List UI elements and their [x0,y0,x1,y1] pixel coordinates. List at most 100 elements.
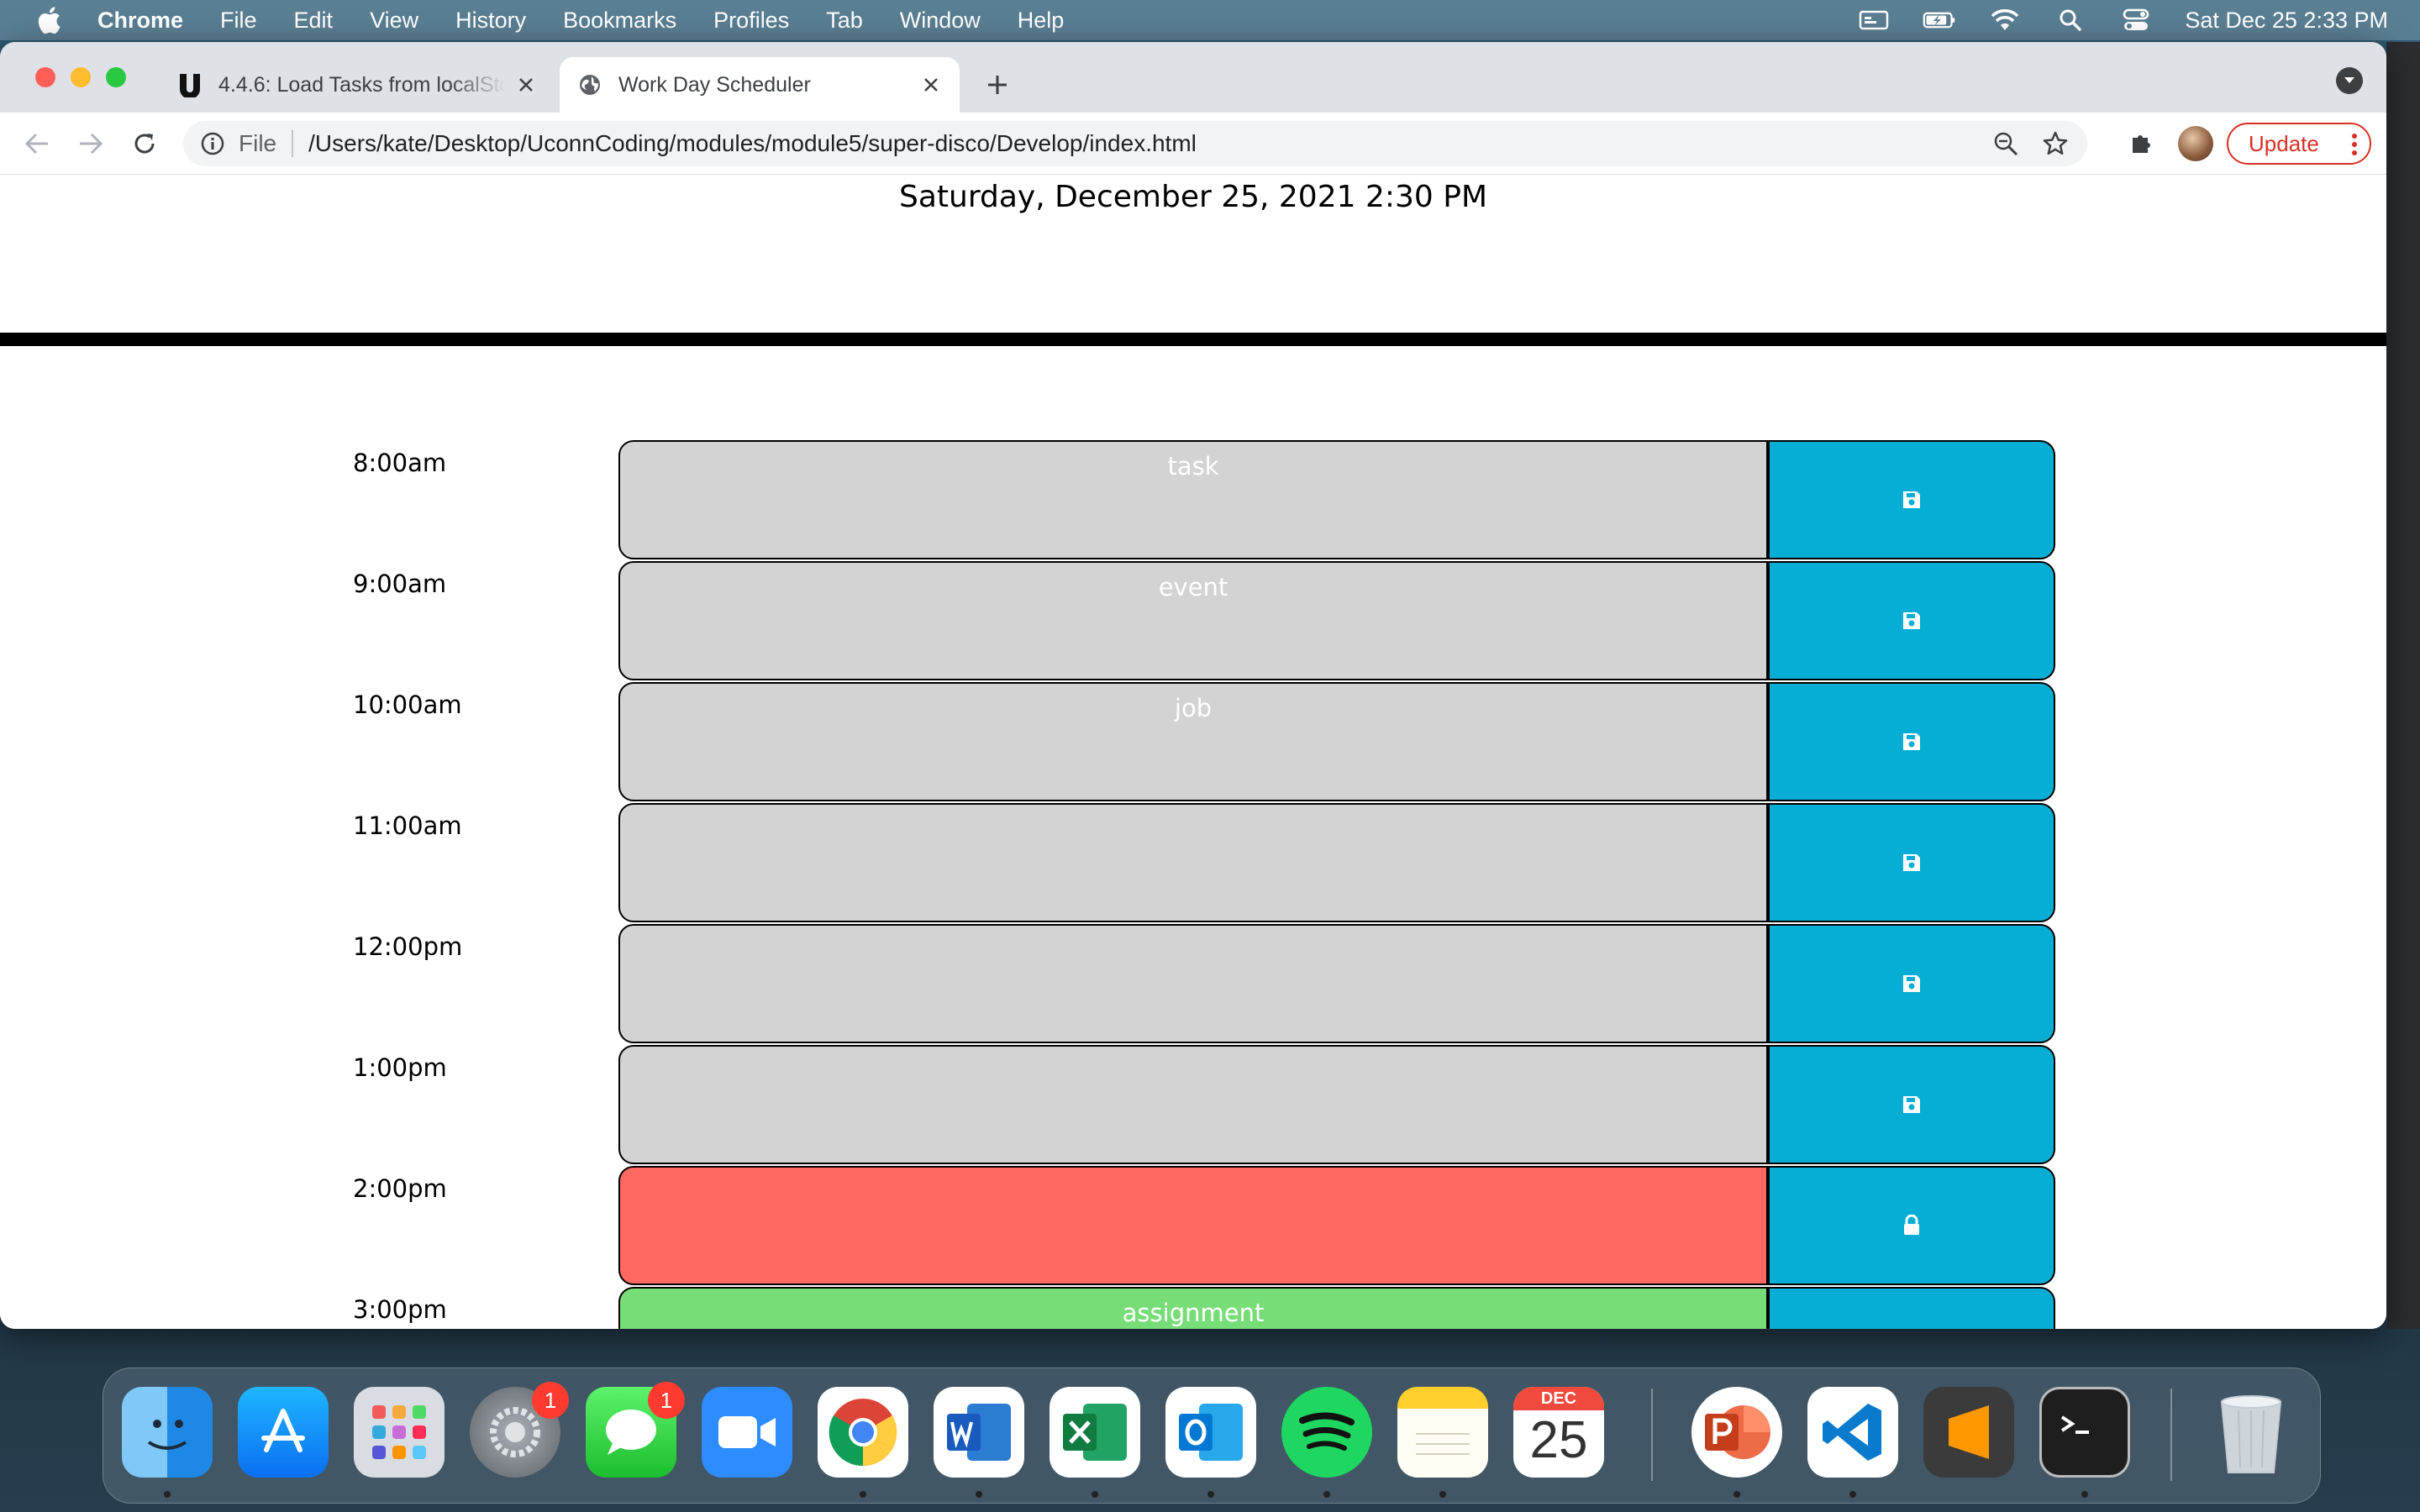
menu-help[interactable]: Help [1018,8,1065,34]
tab-search-icon[interactable] [2336,67,2363,94]
terminal-icon[interactable] [2039,1387,2130,1478]
reload-icon[interactable] [128,127,161,160]
tab-title: 4.4.6: Load Tasks from localStorage [218,72,506,97]
messages-icon[interactable]: 1 [586,1382,685,1478]
window-maximize-button[interactable] [106,67,126,87]
outlook-icon[interactable] [1165,1387,1256,1478]
update-button[interactable]: Update [2227,123,2371,165]
system-preferences-icon[interactable]: 1 [470,1382,569,1478]
menu-view[interactable]: View [370,8,418,34]
tab-close-icon[interactable] [514,73,538,97]
excel-icon[interactable] [1050,1387,1140,1478]
dock-running-dot [860,1491,866,1498]
calendar-icon[interactable]: DEC 25 [1513,1387,1604,1478]
zoom-out-icon[interactable] [1993,131,2018,156]
dock-running-dot [1207,1491,1214,1498]
hour-label: 2:00pm [353,1174,447,1203]
notes-icon[interactable] [1397,1387,1488,1478]
apple-menu-icon[interactable] [34,5,64,35]
save-button[interactable] [1768,440,2055,559]
profile-avatar[interactable] [2178,126,2213,161]
task-textarea[interactable] [618,803,1768,922]
save-button[interactable] [1768,1287,2055,1329]
bookmark-star-icon[interactable] [2042,130,2069,157]
menu-profiles[interactable]: Profiles [713,8,789,34]
dock-running-dot [1849,1491,1856,1498]
hour-label: 11:00am [353,811,462,840]
hour-label: 10:00am [353,690,462,719]
spotify-icon[interactable] [1281,1387,1372,1478]
word-icon[interactable] [934,1387,1024,1478]
tab-close-icon[interactable] [919,73,943,97]
task-textarea[interactable]: event [618,561,1768,680]
task-textarea[interactable]: task [618,440,1768,559]
task-textarea[interactable]: job [618,682,1768,801]
hour-row-1pm: 1:00pm [0,1045,2386,1166]
tab-load-tasks[interactable]: 4.4.6: Load Tasks from localStorage [160,57,555,113]
page-viewport: Saturday, December 25, 2021 2:30 PM 8:00… [0,175,2386,1329]
dock-running-dot [1733,1491,1740,1498]
hour-row-10am: 10:00am job [0,682,2386,803]
save-button[interactable] [1768,803,2055,922]
finder-icon[interactable] [122,1387,213,1478]
dock: 1 1 DEC 25 [103,1368,2321,1504]
menu-clock[interactable]: Sat Dec 25 2:33 PM [2185,8,2388,34]
save-button[interactable] [1768,1045,2055,1164]
task-textarea[interactable]: assignment [618,1287,1768,1329]
sublime-text-icon[interactable] [1923,1387,2014,1478]
save-button[interactable] [1768,561,2055,680]
browser-window: 4.4.6: Load Tasks from localStorage Work… [0,42,2386,1329]
menu-app-name[interactable]: Chrome [97,8,183,34]
hour-label: 8:00am [353,449,447,477]
task-textarea[interactable] [618,1166,1768,1285]
hour-label: 12:00pm [353,932,463,961]
u-logo-icon [176,71,203,98]
control-center-icon[interactable] [2119,8,2153,32]
task-textarea[interactable] [618,1045,1768,1164]
hour-label: 1:00pm [353,1053,447,1082]
menu-bookmarks[interactable]: Bookmarks [563,8,676,34]
menu-window[interactable]: Window [900,8,981,34]
extensions-puzzle-icon[interactable] [2126,128,2156,158]
powerpoint-icon[interactable] [1691,1387,1782,1478]
trash-icon[interactable] [2206,1387,2296,1478]
battery-icon[interactable] [1923,8,1956,32]
tab-title: Work Day Scheduler [618,72,811,97]
dock-running-dot [1439,1491,1446,1498]
save-icon [1903,733,1920,750]
menu-history[interactable]: History [455,8,526,34]
menu-file[interactable]: File [220,8,257,34]
browser-toolbar: File /Users/kate/Desktop/UconnCoding/mod… [0,113,2386,175]
lock-icon [1904,1215,1919,1235]
window-close-button[interactable] [35,67,55,87]
save-button[interactable] [1768,682,2055,801]
calendar-day: 25 [1529,1411,1588,1469]
tab-work-day-scheduler[interactable]: Work Day Scheduler [560,57,960,113]
task-textarea[interactable] [618,924,1768,1043]
hour-row-12pm: 12:00pm [0,924,2386,1045]
screen-icon[interactable] [1857,8,1891,32]
chrome-icon[interactable] [818,1387,908,1478]
menu-edit[interactable]: Edit [294,8,334,34]
vscode-icon[interactable] [1807,1387,1898,1478]
save-button[interactable] [1768,924,2055,1043]
window-minimize-button[interactable] [71,67,91,87]
app-store-icon[interactable] [238,1387,329,1478]
dock-divider [2170,1389,2172,1481]
save-button[interactable] [1768,1166,2055,1285]
spotlight-search-icon[interactable] [2054,8,2087,32]
more-menu-icon[interactable] [2351,133,2358,156]
url-text[interactable]: /Users/kate/Desktop/UconnCoding/modules/… [308,130,1197,157]
new-tab-button[interactable] [980,67,1015,102]
launchpad-icon[interactable] [354,1387,445,1478]
wifi-icon[interactable] [1988,8,2022,32]
menu-tab[interactable]: Tab [826,8,863,34]
save-icon [1903,612,1920,629]
address-bar[interactable]: File /Users/kate/Desktop/UconnCoding/mod… [183,121,2087,166]
forward-arrow-icon[interactable] [74,127,108,160]
notification-badge: 1 [532,1382,569,1419]
info-icon[interactable] [200,131,225,156]
back-arrow-icon[interactable] [20,127,54,160]
header-border [0,333,2386,346]
zoom-icon[interactable] [702,1387,792,1478]
